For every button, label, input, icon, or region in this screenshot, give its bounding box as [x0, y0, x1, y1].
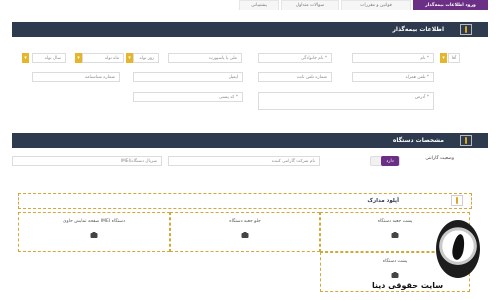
watermark-logo-icon: [436, 220, 480, 278]
top-tabs: پشتیبانی سوالات متداول قوانین و مقررات و…: [239, 0, 488, 10]
camera-icon: [391, 272, 399, 278]
warranty-company-field[interactable]: نام شرکت گارانتی کننده: [168, 156, 320, 166]
national-id-field[interactable]: ملی یا پاسپورت: [168, 53, 242, 63]
upload-box-caption: صفحه نمایش حاوی IMEI دستگاه: [63, 219, 125, 224]
warranty-toggle-value: دارد: [381, 156, 399, 166]
upload-box-imei-screen[interactable]: صفحه نمایش حاوی IMEI دستگاه: [18, 212, 170, 252]
imei-field[interactable]: IMEI/سریال دستگاه: [12, 156, 162, 166]
tab-support[interactable]: پشتیبانی: [239, 0, 279, 10]
upload-box-caption: جلو جعبه دستگاه: [229, 219, 261, 224]
insurer-section-header: اطلاعات بیمه‌گذار: [12, 22, 488, 37]
warranty-toggle[interactable]: دارد: [370, 156, 400, 166]
insurer-section-title: اطلاعات بیمه‌گذار: [392, 26, 444, 33]
birth-day-dropdown-icon[interactable]: ▾: [126, 53, 133, 63]
camera-icon: [391, 232, 399, 238]
device-section-header: مشخصات دستگاه: [12, 133, 488, 148]
tab-insurer-info[interactable]: ورود اطلاعات بیمه‌گذار: [413, 0, 488, 10]
mobile-field[interactable]: تلفن همراه *: [352, 72, 434, 82]
collapse-toggle-icon[interactable]: [451, 195, 463, 206]
address-field[interactable]: آدرس *: [258, 92, 434, 110]
tab-faq[interactable]: سوالات متداول: [281, 0, 339, 10]
birth-year-select[interactable]: سال تولد: [32, 53, 66, 63]
warranty-label: وضعیت گارانتی: [425, 156, 454, 161]
title-dropdown-icon[interactable]: ▾: [440, 53, 447, 63]
landline-field[interactable]: شماره تلفن ثابت: [258, 72, 332, 82]
id-number-field[interactable]: شماره شناسنامه: [32, 72, 120, 82]
upload-section-title: آپلود مدارک: [367, 198, 399, 204]
collapse-toggle-icon[interactable]: [460, 135, 472, 146]
postal-code-field[interactable]: کد پستی *: [133, 92, 243, 102]
email-field[interactable]: ایمیل: [133, 72, 243, 82]
upload-section-header: آپلود مدارک: [18, 193, 472, 209]
collapse-toggle-icon[interactable]: [460, 24, 472, 35]
upload-box-front-of-box[interactable]: جلو جعبه دستگاه: [170, 212, 320, 252]
birth-day-select[interactable]: روز تولد: [133, 53, 159, 63]
birth-year-dropdown-icon[interactable]: ▾: [22, 53, 29, 63]
camera-icon: [241, 232, 249, 238]
birth-month-select[interactable]: ماه تولد: [82, 53, 124, 63]
tab-rules[interactable]: قوانین و مقررات: [341, 0, 411, 10]
first-name-field[interactable]: نام *: [352, 53, 434, 63]
device-section-title: مشخصات دستگاه: [392, 137, 444, 144]
birth-month-dropdown-icon[interactable]: ▾: [75, 53, 82, 63]
title-select[interactable]: آقا: [448, 53, 460, 63]
watermark-brand: سایت حقوقی دینا: [372, 281, 444, 290]
camera-icon: [90, 232, 98, 238]
last-name-field[interactable]: نام خانوادگی *: [258, 53, 332, 63]
